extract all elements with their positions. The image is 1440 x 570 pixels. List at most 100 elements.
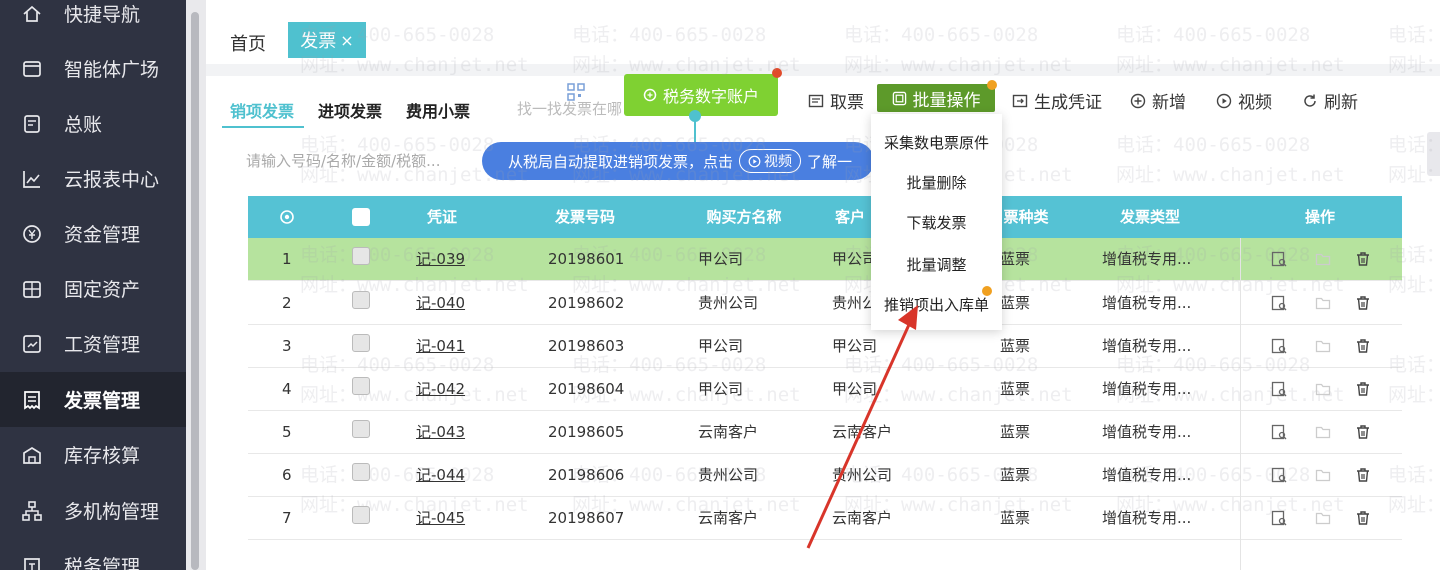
sidebar-scrollbar-thumb[interactable] xyxy=(191,12,199,570)
view-icon[interactable] xyxy=(1270,294,1288,312)
auto-extract-tip: 从税局自动提取进销项发票，点击 视频 了解一 xyxy=(482,142,874,180)
sidebar-item-yuan-coin[interactable]: 资金管理 xyxy=(0,206,186,261)
row-number: 2 xyxy=(282,294,292,312)
view-icon[interactable] xyxy=(1270,423,1288,441)
row-checkbox[interactable] xyxy=(352,377,370,395)
right-panel-toggle[interactable] xyxy=(1427,132,1440,176)
sidebar-item-org-tree[interactable]: 多机构管理 xyxy=(0,483,186,538)
voucher-link[interactable]: 记-039 xyxy=(416,238,465,281)
generate-voucher-button[interactable]: 生成凭证 xyxy=(1012,88,1102,113)
row-checkbox[interactable] xyxy=(352,420,370,438)
qr-code-icon[interactable] xyxy=(566,82,586,102)
voucher-link[interactable]: 记-041 xyxy=(416,325,465,368)
trash-icon[interactable] xyxy=(1354,294,1372,312)
folder-icon[interactable] xyxy=(1314,294,1332,312)
sidebar-item-label: 智能体广场 xyxy=(64,59,160,81)
row-checkbox[interactable] xyxy=(352,463,370,481)
sidebar-item-home[interactable]: 快捷导航 xyxy=(0,0,186,41)
trash-icon[interactable] xyxy=(1354,380,1372,398)
folder-icon[interactable] xyxy=(1314,250,1332,268)
menu-download-invoice[interactable]: 下载发票 xyxy=(871,212,1002,233)
trash-icon[interactable] xyxy=(1354,466,1372,484)
voucher-link[interactable]: 记-045 xyxy=(416,497,465,540)
batch-notification-dot xyxy=(987,80,997,90)
header-buyer-name: 购买方名称 xyxy=(706,208,782,226)
tip-video-link[interactable]: 视频 xyxy=(739,149,802,173)
row-number: 5 xyxy=(282,423,292,441)
row-checkbox[interactable] xyxy=(352,247,370,265)
ticket-kind: 蓝票 xyxy=(1000,337,1031,355)
menu-collect-e-invoice[interactable]: 采集数电票原件 xyxy=(871,132,1002,153)
trash-icon[interactable] xyxy=(1354,250,1372,268)
sidebar-item-warehouse[interactable]: 库存核算 xyxy=(0,427,186,482)
trash-icon[interactable] xyxy=(1354,337,1372,355)
tax-digital-account-button[interactable]: 税务数字账户 xyxy=(624,74,778,116)
invoice-type: 增值税专用... xyxy=(1102,250,1192,268)
sidebar-item-salary[interactable]: 工资管理 xyxy=(0,316,186,371)
subtab-purchase-invoice[interactable]: 进项发票 xyxy=(318,98,382,122)
view-icon[interactable] xyxy=(1270,250,1288,268)
refresh-icon xyxy=(1304,94,1316,107)
customer-name: 贵州公司 xyxy=(832,466,893,484)
video-button[interactable]: 视频 xyxy=(1216,88,1272,113)
view-icon[interactable] xyxy=(1270,337,1288,355)
invoice-type: 增值税专用... xyxy=(1102,423,1192,441)
tab-home[interactable]: 首页 xyxy=(230,30,266,56)
sidebar-item-label: 多机构管理 xyxy=(64,501,160,523)
menu-batch-delete[interactable]: 批量删除 xyxy=(871,172,1002,193)
folder-icon[interactable] xyxy=(1314,509,1332,527)
tab-invoice[interactable]: 发票 × xyxy=(288,22,366,58)
voucher-link[interactable]: 记-044 xyxy=(416,454,465,497)
invoice-number: 20198604 xyxy=(548,380,625,398)
subtab-sales-invoice[interactable]: 销项发票 xyxy=(230,98,294,122)
subtab-expense-receipt[interactable]: 费用小票 xyxy=(406,98,470,122)
invoice-type: 增值税专用... xyxy=(1102,380,1192,398)
subtab-active-indicator xyxy=(222,126,304,128)
row-checkbox[interactable] xyxy=(352,334,370,352)
voucher-link[interactable]: 记-040 xyxy=(416,282,465,325)
sidebar-item-label: 总账 xyxy=(64,114,103,136)
select-all-checkbox[interactable] xyxy=(352,208,370,226)
invoice-number: 20198606 xyxy=(548,466,625,484)
menu-push-sales-stock-doc[interactable]: 推销项出入库单 xyxy=(871,294,1002,315)
sidebar-item-tax[interactable]: 税务管理 xyxy=(0,538,186,570)
sidebar-item-invoice[interactable]: 发票管理 xyxy=(0,372,186,427)
batch-operation-button[interactable]: 批量操作 xyxy=(877,84,995,112)
folder-icon[interactable] xyxy=(1314,337,1332,355)
invoice-type: 增值税专用... xyxy=(1102,509,1192,527)
menu-batch-adjust[interactable]: 批量调整 xyxy=(871,254,1002,275)
folder-icon[interactable] xyxy=(1314,423,1332,441)
tab-close-icon[interactable]: × xyxy=(340,31,353,50)
invoice-type: 增值税专用... xyxy=(1102,337,1192,355)
customer-name: 甲公司 xyxy=(832,337,878,355)
sidebar-item-window[interactable]: 智能体广场 xyxy=(0,41,186,96)
folder-icon[interactable] xyxy=(1314,466,1332,484)
notification-dot xyxy=(772,68,782,78)
folder-icon[interactable] xyxy=(1314,380,1332,398)
voucher-link[interactable]: 记-042 xyxy=(416,368,465,411)
sidebar-item-line-chart[interactable]: 云报表中心 xyxy=(0,151,186,206)
buyer-name: 甲公司 xyxy=(698,337,744,355)
line-chart-icon xyxy=(0,168,64,190)
header-customer: 客户 xyxy=(834,208,865,226)
sidebar-item-asset[interactable]: 固定资产 xyxy=(0,261,186,316)
row-checkbox[interactable] xyxy=(352,506,370,524)
ticket-kind: 蓝票 xyxy=(1000,466,1031,484)
take-ticket-button[interactable]: 取票 xyxy=(808,88,864,113)
view-icon[interactable] xyxy=(1270,380,1288,398)
tax-icon xyxy=(0,555,64,570)
video-label: 视频 xyxy=(1238,93,1272,113)
customer-name: 云南客户 xyxy=(832,509,893,527)
tab-bar-divider xyxy=(206,64,1440,76)
view-icon[interactable] xyxy=(1270,509,1288,527)
row-checkbox[interactable] xyxy=(352,291,370,309)
column-settings-icon[interactable] xyxy=(278,208,296,226)
sidebar-item-ledger[interactable]: 总账 xyxy=(0,96,186,151)
trash-icon[interactable] xyxy=(1354,423,1372,441)
voucher-link[interactable]: 记-043 xyxy=(416,411,465,454)
refresh-button[interactable]: 刷新 xyxy=(1302,88,1358,113)
trash-icon[interactable] xyxy=(1354,509,1372,527)
invoice-search-input[interactable] xyxy=(246,146,482,176)
add-button[interactable]: 新增 xyxy=(1130,88,1186,113)
view-icon[interactable] xyxy=(1270,466,1288,484)
